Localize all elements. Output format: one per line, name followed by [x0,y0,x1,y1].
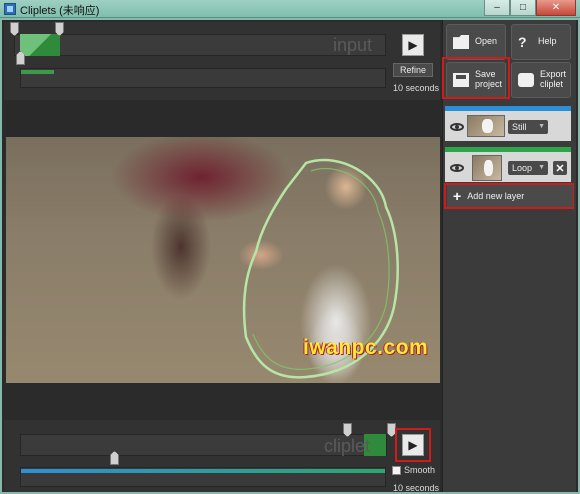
close-icon: ✕ [555,162,565,175]
plus-icon: + [453,188,462,204]
camera-icon [518,73,534,87]
input-play-button[interactable]: ▶ [402,34,424,56]
export-label-line2: cliplet [540,79,564,89]
output-progress-bar [20,467,386,487]
layer-mode-label: Still [512,122,527,132]
close-window-button[interactable]: ✕ [536,0,576,16]
app-icon [4,3,16,15]
input-timeline[interactable] [14,34,386,56]
window-controls: – □ ✕ [484,0,576,18]
delete-layer-button[interactable]: ✕ [553,161,567,175]
site-watermark: iwanpc.com [303,336,429,359]
eye-icon[interactable] [450,164,464,172]
maximize-button[interactable]: □ [510,0,536,16]
window-title: Cliplets (未响应) [20,5,100,17]
export-label-line1: Export [540,69,567,80]
play-icon: ▶ [408,438,418,452]
smooth-toggle[interactable]: Smooth [392,465,435,475]
add-new-layer-button[interactable]: + Add new layer [447,185,573,207]
layer-mode-dropdown[interactable]: Still ▼ [508,120,548,134]
help-label: Help [538,36,557,47]
chevron-down-icon: ▼ [538,164,545,171]
export-label: Export cliplet [540,69,567,90]
refine-button[interactable]: Refine [393,63,433,77]
export-cliplet-button[interactable]: Export cliplet [511,62,571,98]
open-label: Open [475,36,498,47]
output-duration: 10 seconds [393,483,440,493]
layer-mode-label: Loop [512,163,533,173]
title-bar: Cliplets (未响应) – □ ✕ [0,0,580,18]
input-progress-bar [20,68,386,88]
smooth-checkbox[interactable] [392,465,401,475]
folder-icon [453,35,469,49]
open-button[interactable]: Open [446,24,506,60]
output-progress-fill [21,469,385,473]
help-icon: ? [518,34,527,50]
minimize-button[interactable]: – [484,0,510,16]
help-button[interactable]: ? Help [511,24,571,60]
input-progress-fill [21,70,54,74]
output-play-button[interactable]: ▶ [402,434,424,456]
layer-thumbnail [472,155,502,181]
eye-icon[interactable] [450,123,464,131]
layer-thumbnail [467,115,505,137]
save-highlight [442,57,510,99]
play-icon: ▶ [408,38,418,52]
layer-mode-dropdown[interactable]: Loop ▼ [508,161,548,175]
add-layer-label: Add new layer [467,191,525,201]
input-watermark: input [333,35,373,55]
output-watermark: cliplet [324,436,371,456]
input-selection-range[interactable] [20,34,60,56]
smooth-label: Smooth [404,465,436,475]
input-duration: 10 seconds [393,83,440,93]
chevron-down-icon: ▼ [538,123,545,130]
